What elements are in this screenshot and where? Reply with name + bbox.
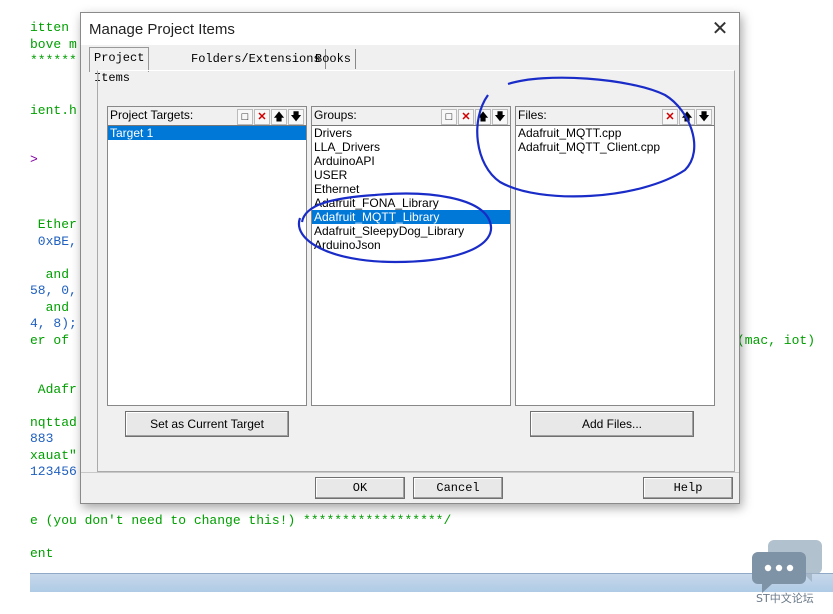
- code-fragment-right: (mac, iot): [737, 333, 816, 348]
- code-line: ent: [30, 546, 54, 561]
- move-up-target-icon[interactable]: 🡅: [271, 109, 287, 125]
- project-targets-label: Project Targets:: [110, 108, 194, 122]
- list-item[interactable]: Adafruit_MQTT.cpp: [516, 126, 714, 140]
- cancel-button[interactable]: Cancel: [413, 477, 503, 499]
- list-item[interactable]: Ethernet: [312, 182, 510, 196]
- close-icon[interactable]: ✕: [705, 15, 735, 43]
- files-box: Files: ✕ 🡅 🡇 Adafruit_MQTT.cpp Adafruit_MQT…: [515, 106, 715, 406]
- set-current-target-button[interactable]: Set as Current Target: [125, 411, 289, 437]
- move-up-group-icon[interactable]: 🡅: [475, 109, 491, 125]
- move-down-group-icon[interactable]: 🡇: [492, 109, 508, 125]
- tab-books[interactable]: Books: [311, 49, 357, 69]
- code-line: nqttad: [30, 415, 77, 430]
- new-target-icon[interactable]: □: [237, 109, 253, 125]
- code-line: 0xBE,: [30, 234, 77, 249]
- delete-target-icon[interactable]: ✕: [254, 109, 270, 125]
- list-item[interactable]: Adafruit_SleepyDog_Library: [312, 224, 510, 238]
- code-line: >: [30, 152, 38, 167]
- list-item[interactable]: Drivers: [312, 126, 510, 140]
- move-down-target-icon[interactable]: 🡇: [288, 109, 304, 125]
- code-line: 58, 0,: [30, 283, 77, 298]
- list-item[interactable]: USER: [312, 168, 510, 182]
- code-line: ******: [30, 53, 77, 68]
- code-line: 4, 8);: [30, 316, 77, 331]
- project-targets-list[interactable]: Target 1: [108, 125, 306, 405]
- ok-button[interactable]: OK: [315, 477, 405, 499]
- help-button[interactable]: Help: [643, 477, 733, 499]
- code-line: Adafr: [30, 382, 77, 397]
- code-line: Ether: [30, 217, 77, 232]
- list-item[interactable]: Adafruit_MQTT_Library: [312, 210, 510, 224]
- code-line: e (you don't need to change this!) *****…: [30, 513, 452, 528]
- code-line: bove m: [30, 37, 77, 52]
- watermark-text: ST中文论坛: [756, 592, 814, 605]
- code-line: 883: [30, 431, 54, 446]
- list-item[interactable]: Adafruit_MQTT_Client.cpp: [516, 140, 714, 154]
- tab-project-items[interactable]: Project Items: [89, 47, 150, 85]
- code-line: itten: [30, 20, 70, 35]
- groups-label: Groups:: [314, 108, 357, 122]
- code-line: 123456: [30, 464, 77, 479]
- manage-project-items-dialog: Manage Project Items ✕ Project Items Fol…: [80, 12, 740, 504]
- code-line: and: [30, 267, 77, 282]
- delete-group-icon[interactable]: ✕: [458, 109, 474, 125]
- groups-list[interactable]: Drivers LLA_Drivers ArduinoAPI USER Ethernet…: [312, 125, 510, 405]
- delete-file-icon[interactable]: ✕: [662, 109, 678, 125]
- dialog-title: Manage Project Items: [89, 21, 235, 38]
- code-line: ient.h: [30, 103, 77, 118]
- code-line: and: [30, 300, 77, 315]
- list-item[interactable]: Adafruit_FONA_Library: [312, 196, 510, 210]
- add-files-button[interactable]: Add Files...: [530, 411, 694, 437]
- list-item[interactable]: ArduinoJson: [312, 238, 510, 252]
- files-list[interactable]: Adafruit_MQTT.cpp Adafruit_MQTT_Client.cp…: [516, 125, 714, 405]
- code-line: xauat": [30, 448, 77, 463]
- list-item[interactable]: LLA_Drivers: [312, 140, 510, 154]
- editor-status-bar: [30, 573, 833, 592]
- dialog-title-bar: Manage Project Items ✕: [81, 13, 739, 45]
- move-up-file-icon[interactable]: 🡅: [679, 109, 695, 125]
- project-targets-box: Project Targets: □ ✕ 🡅 🡇 Target 1: [107, 106, 307, 406]
- list-item[interactable]: Target 1: [108, 126, 306, 140]
- groups-box: Groups: □ ✕ 🡅 🡇 Drivers LLA_Drivers ArduinoAP…: [311, 106, 511, 406]
- new-group-icon[interactable]: □: [441, 109, 457, 125]
- dialog-button-row: OK Cancel Help: [81, 472, 739, 503]
- tab-folders-extensions[interactable]: Folders/Extensions: [187, 49, 326, 69]
- move-down-file-icon[interactable]: 🡇: [696, 109, 712, 125]
- code-line: er of: [30, 333, 77, 348]
- list-item[interactable]: ArduinoAPI: [312, 154, 510, 168]
- files-label: Files:: [518, 108, 547, 122]
